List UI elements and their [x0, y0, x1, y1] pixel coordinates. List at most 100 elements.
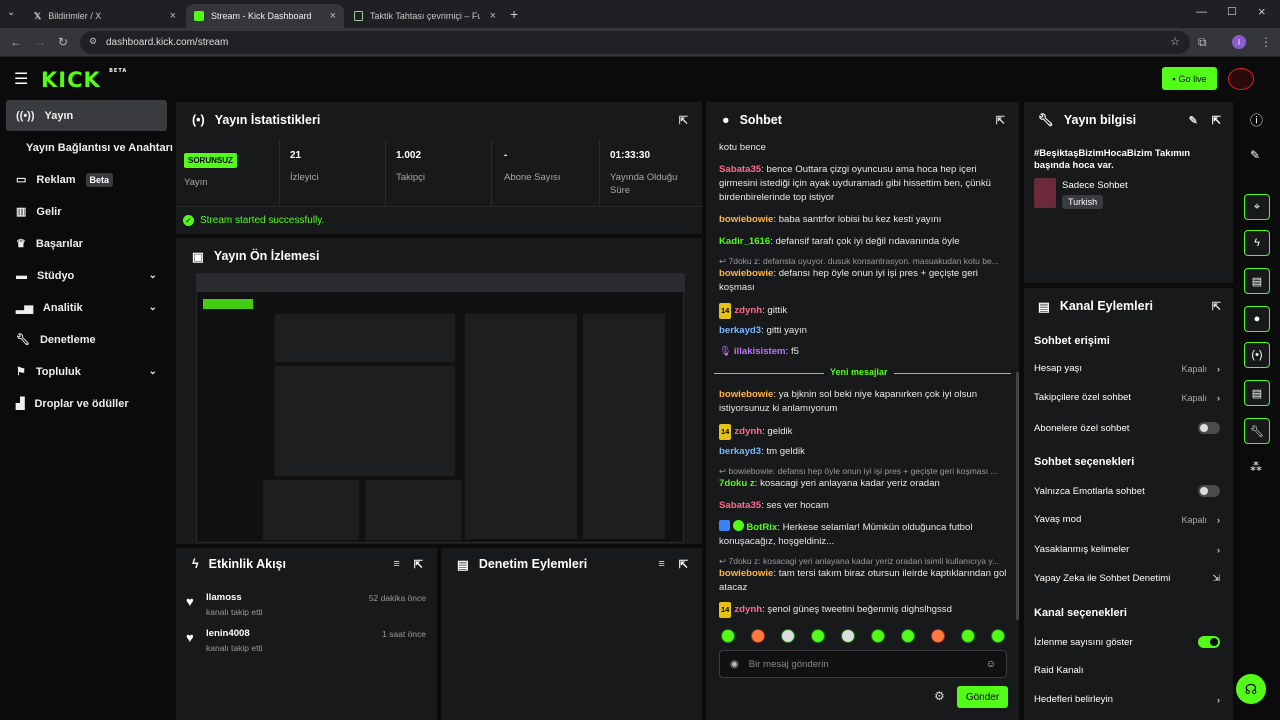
popout-icon[interactable]: ⇱ [1212, 114, 1221, 127]
notes-button[interactable]: ▤ [1244, 268, 1270, 294]
sidebar-item-denetleme[interactable]: 🔧︎ Denetleme [6, 324, 167, 355]
chat-username[interactable]: zdynh [734, 426, 762, 437]
chat-reply-preview[interactable]: ↩ 7doku z: defansta uyuyor. dusuk konsan… [719, 256, 1009, 267]
chat-button[interactable]: ● [1244, 306, 1270, 332]
chat-scrollbar[interactable] [1016, 372, 1019, 620]
camera-focus-button[interactable]: ⌖ [1244, 194, 1270, 220]
chat-username[interactable]: Sabata35 [719, 500, 761, 511]
send-button[interactable]: Gönder [957, 686, 1008, 708]
filter-icon[interactable]: ≡ [658, 558, 664, 570]
chat-username[interactable]: 7doku z [719, 478, 755, 489]
forward-icon[interactable]: → [34, 35, 46, 49]
extensions-icon[interactable]: ⧉ [1198, 35, 1207, 50]
chat-username[interactable]: berkayd3 [719, 446, 761, 457]
sidebar-item-reklam[interactable]: ▭ Reklam Beta [6, 164, 167, 195]
emote-icon[interactable] [871, 629, 885, 643]
browser-tab-x[interactable]: 𝕏 Bildirimler / X × [26, 4, 184, 28]
kick-logo[interactable]: KICK BETA [41, 68, 127, 92]
chat-username[interactable]: bowiebowie [719, 389, 773, 400]
popout-icon[interactable]: ⇱ [996, 114, 1005, 127]
setting-goals[interactable]: Hedefleri belirleyin › [1034, 694, 1220, 705]
chat-username[interactable]: Sabata35 [719, 164, 761, 175]
emote-icon[interactable] [961, 629, 975, 643]
chat-username[interactable]: Kadir_1616 [719, 236, 770, 247]
activity-user[interactable]: lenin4008 [206, 628, 250, 639]
filter-icon[interactable]: ≡ [393, 558, 399, 570]
setting-banned-words[interactable]: Yasaklanmış kelimeler › [1034, 544, 1220, 555]
subs-only-toggle[interactable] [1198, 422, 1220, 434]
emote-only-toggle[interactable] [1198, 485, 1220, 497]
chat-username[interactable]: zdynh [734, 305, 762, 316]
edit-pencil-icon[interactable]: ✎ [1250, 148, 1260, 162]
chat-reply-preview[interactable]: ↩ bowiebowie: defansı hep öyle onun iyi … [719, 466, 1009, 477]
chat-username[interactable]: zdynh [734, 604, 762, 615]
profile-avatar[interactable]: I [1232, 35, 1246, 49]
sidebar-item-topluluk[interactable]: ⚑ Topluluk ⌄ [6, 356, 167, 387]
close-icon[interactable]: × [170, 10, 176, 22]
sidebar-item-analitik[interactable]: ▂▅ Analitik ⌄ [6, 292, 167, 323]
back-icon[interactable]: ← [10, 35, 22, 49]
sidebar-item-stream-key[interactable]: Yayın Bağlantısı ve Anahtarı [6, 132, 173, 163]
chat-username[interactable]: bowiebowie [719, 268, 773, 279]
close-icon[interactable]: × [330, 10, 336, 22]
sidebar-item-studyo[interactable]: ▬ Stüdyo ⌄ [6, 260, 167, 291]
site-info-icon[interactable]: ⚙ [89, 36, 97, 47]
chat-username[interactable]: bowiebowie [719, 568, 773, 579]
info-icon[interactable]: ⓘ [1250, 110, 1263, 129]
setting-raid[interactable]: Raid Kanalı [1034, 665, 1220, 676]
emoji-icon[interactable]: ☺ [986, 659, 996, 670]
popout-icon[interactable]: ⇱ [679, 558, 688, 571]
emote-icon[interactable] [991, 629, 1005, 643]
emote-icon[interactable] [751, 629, 765, 643]
emote-icon[interactable] [931, 629, 945, 643]
emote-icon[interactable] [721, 629, 735, 643]
browser-menu-icon[interactable]: ⋮ [1260, 35, 1272, 49]
url-field[interactable]: ⚙ dashboard.kick.com/stream ☆ [80, 31, 1190, 54]
maximize-icon[interactable]: ☐ [1227, 5, 1237, 18]
support-headset-button[interactable]: ☊ [1236, 674, 1266, 704]
close-icon[interactable]: × [490, 10, 496, 22]
edit-pencil-icon[interactable]: ✎ [1189, 114, 1198, 127]
apps-icon[interactable]: ⁂ [1250, 460, 1262, 474]
chat-mode-icon[interactable]: ◉ [730, 659, 739, 670]
sidebar-item-yayin[interactable]: ((•)) Yayın [6, 100, 167, 131]
hamburger-menu-icon[interactable]: ☰ [14, 69, 28, 89]
emote-icon[interactable] [841, 629, 855, 643]
go-live-button[interactable]: ▪ Go live [1162, 67, 1217, 90]
sidebar-item-basarilar[interactable]: ♛ Başarılar [6, 228, 167, 259]
browser-tab-tactic[interactable]: Taktik Tahtası çevrimiçi – Futbol × [346, 4, 504, 28]
popout-icon[interactable]: ⇱ [1212, 300, 1221, 313]
emote-icon[interactable] [901, 629, 915, 643]
broadcast-button[interactable]: (•) [1244, 342, 1270, 368]
browser-tab-kick[interactable]: Stream - Kick Dashboard × [186, 4, 344, 28]
setting-account-age[interactable]: Hesap yaşı Kapalı › [1034, 363, 1220, 374]
show-viewers-toggle[interactable] [1198, 636, 1220, 648]
emote-icon[interactable] [811, 629, 825, 643]
setting-followers-only[interactable]: Takipçilere özel sohbet Kapalı › [1034, 392, 1220, 403]
activity-user[interactable]: llamoss [206, 592, 242, 603]
setting-slow-mode[interactable]: Yavaş mod Kapalı › [1034, 514, 1220, 525]
preview-video[interactable] [196, 273, 685, 543]
sidebar-item-gelir[interactable]: ▥ Gelir [6, 196, 167, 227]
chat-username[interactable]: berkayd3 [719, 325, 761, 336]
sidebar-item-droplar[interactable]: ▟ Droplar ve ödüller [6, 388, 167, 419]
emote-icon[interactable] [781, 629, 795, 643]
window-close-icon[interactable]: × [1258, 4, 1266, 19]
chat-username[interactable]: BotRix [746, 522, 777, 533]
server-button[interactable]: ▤ [1244, 380, 1270, 406]
channel-avatar[interactable] [1228, 68, 1254, 90]
minimize-icon[interactable]: — [1196, 6, 1207, 18]
chat-input[interactable]: ◉ Bir mesaj gönderin ☺ [719, 650, 1007, 678]
setting-ai-moderation[interactable]: Yapay Zeka ile Sohbet Denetimi ⇲ [1034, 573, 1220, 584]
chat-settings-gear-icon[interactable]: ⚙ [934, 689, 945, 703]
lightning-button[interactable]: ϟ [1244, 230, 1270, 256]
new-tab-icon[interactable]: + [510, 6, 518, 22]
wrench-button[interactable]: 🔧︎ [1244, 418, 1270, 444]
chat-reply-preview[interactable]: ↩ 7doku z: kosacagi yeri anlayana kadar … [719, 556, 1009, 567]
tab-search-icon[interactable]: ⌄ [7, 7, 15, 18]
chat-username[interactable]: illakisistem [734, 346, 786, 357]
popout-icon[interactable]: ⇱ [414, 558, 423, 571]
reload-icon[interactable]: ↻ [58, 35, 68, 49]
popout-icon[interactable]: ⇱ [679, 114, 688, 127]
chat-username[interactable]: bowiebowie [719, 214, 773, 225]
